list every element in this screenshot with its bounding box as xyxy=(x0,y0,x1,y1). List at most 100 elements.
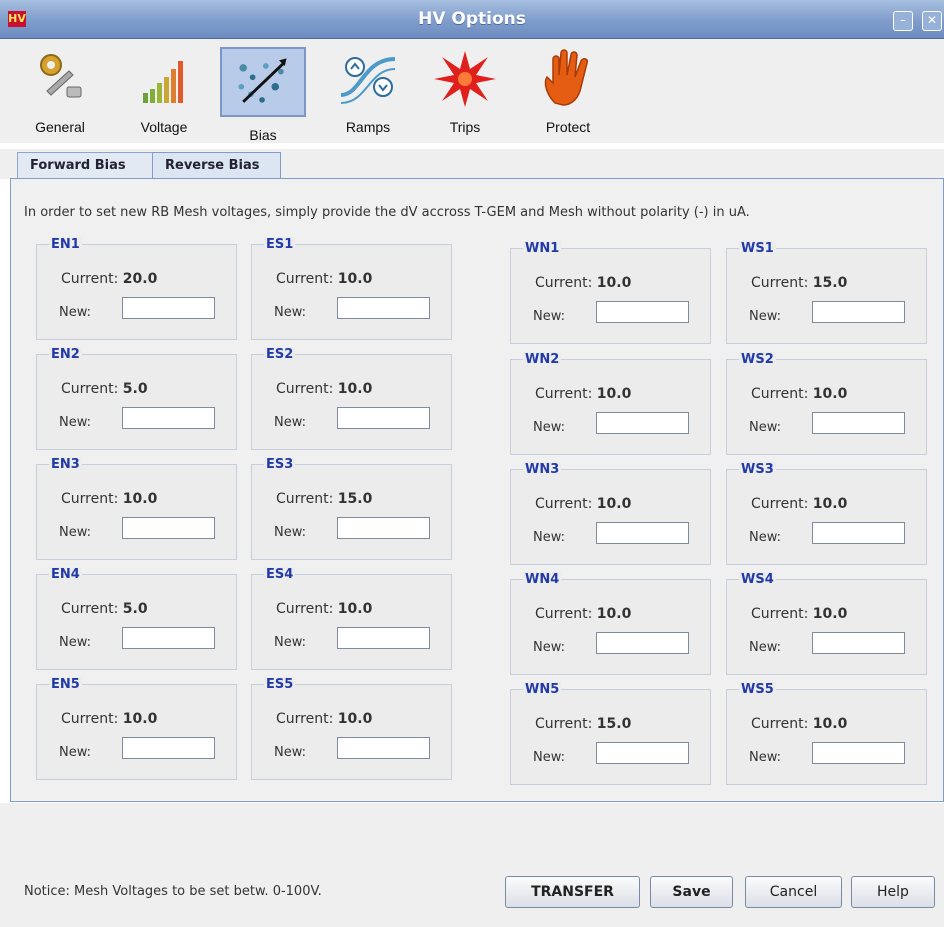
group-ws2: WS2 Current: 10.0 New: xyxy=(726,352,927,455)
button-bar xyxy=(0,803,944,927)
trip-burst-icon xyxy=(434,51,496,107)
group-es4: ES4 Current: 10.0 New: xyxy=(251,567,452,670)
notice-text: Notice: Mesh Voltages to be set betw. 0-… xyxy=(24,884,322,899)
toolbar-protect[interactable]: Protect xyxy=(528,47,608,137)
new-value-input[interactable] xyxy=(337,627,430,649)
current-label: Current: xyxy=(61,491,119,507)
current-label: Current: xyxy=(535,386,593,402)
instructions-text: In order to set new RB Mesh voltages, si… xyxy=(24,205,750,220)
current-label: Current: xyxy=(276,601,334,617)
group-title: ES1 xyxy=(264,237,296,252)
new-value-input[interactable] xyxy=(596,301,689,323)
current-number: 10.0 xyxy=(337,711,373,727)
current-label: Current: xyxy=(751,606,809,622)
toolbar-general[interactable]: General xyxy=(20,47,100,137)
toolbar-ramps-label: Ramps xyxy=(345,119,391,135)
current-number: 15.0 xyxy=(596,716,632,732)
current-value: Current: 15.0 xyxy=(751,275,847,291)
current-label: Current: xyxy=(61,601,119,617)
new-label: New: xyxy=(59,745,92,760)
new-value-input[interactable] xyxy=(122,517,215,539)
new-label: New: xyxy=(59,305,92,320)
minimize-button[interactable]: – xyxy=(893,11,913,31)
toolbar-general-label: General xyxy=(35,119,85,135)
group-wn3: WN3 Current: 10.0 New: xyxy=(510,462,711,565)
current-value: Current: 10.0 xyxy=(276,711,372,727)
new-value-input[interactable] xyxy=(812,301,905,323)
tab-forward-bias[interactable]: Forward Bias xyxy=(17,152,153,179)
new-value-input[interactable] xyxy=(812,742,905,764)
current-label: Current: xyxy=(276,271,334,287)
cancel-button[interactable]: Cancel xyxy=(745,876,842,908)
new-value-input[interactable] xyxy=(337,297,430,319)
current-label: Current: xyxy=(751,716,809,732)
group-wn4: WN4 Current: 10.0 New: xyxy=(510,572,711,675)
group-es3: ES3 Current: 15.0 New: xyxy=(251,457,452,560)
group-en5: EN5 Current: 10.0 New: xyxy=(36,677,237,780)
current-value: Current: 10.0 xyxy=(61,711,157,727)
group-title: EN1 xyxy=(49,237,82,252)
current-value: Current: 10.0 xyxy=(61,491,157,507)
current-value: Current: 5.0 xyxy=(61,601,148,617)
group-wn5: WN5 Current: 15.0 New: xyxy=(510,682,711,785)
current-label: Current: xyxy=(276,491,334,507)
toolbar-bias[interactable]: Bias xyxy=(218,47,308,143)
save-button[interactable]: Save xyxy=(650,876,733,908)
current-number: 10.0 xyxy=(337,381,373,397)
toolbar-trips-label: Trips xyxy=(449,119,481,135)
group-title: WS5 xyxy=(739,682,776,697)
current-label: Current: xyxy=(535,606,593,622)
toolbar-ramps[interactable]: Ramps xyxy=(328,47,408,137)
current-number: 10.0 xyxy=(812,716,848,732)
group-ws5: WS5 Current: 10.0 New: xyxy=(726,682,927,785)
group-title: WS1 xyxy=(739,241,776,256)
help-button[interactable]: Help xyxy=(851,876,935,908)
new-value-input[interactable] xyxy=(337,407,430,429)
new-value-input[interactable] xyxy=(596,522,689,544)
new-value-input[interactable] xyxy=(122,407,215,429)
group-en3: EN3 Current: 10.0 New: xyxy=(36,457,237,560)
transfer-button[interactable]: TRANSFER xyxy=(505,876,640,908)
ramps-arrows-icon xyxy=(340,57,396,104)
new-value-input[interactable] xyxy=(596,412,689,434)
close-button[interactable]: ✕ xyxy=(922,11,942,31)
new-value-input[interactable] xyxy=(122,297,215,319)
new-value-input[interactable] xyxy=(812,522,905,544)
new-value-input[interactable] xyxy=(122,737,215,759)
toolbar-voltage[interactable]: Voltage xyxy=(124,47,204,137)
new-value-input[interactable] xyxy=(122,627,215,649)
current-number: 5.0 xyxy=(122,601,148,617)
current-label: Current: xyxy=(751,275,809,291)
current-label: Current: xyxy=(751,386,809,402)
toolbar-trips[interactable]: Trips xyxy=(425,47,505,137)
new-label: New: xyxy=(274,635,307,650)
new-value-input[interactable] xyxy=(812,412,905,434)
new-label: New: xyxy=(533,309,566,324)
group-title: EN3 xyxy=(49,457,82,472)
new-value-input[interactable] xyxy=(812,632,905,654)
new-value-input[interactable] xyxy=(596,742,689,764)
bias-tabs: Forward Bias Reverse Bias xyxy=(0,149,944,179)
group-es1: ES1 Current: 10.0 New: xyxy=(251,237,452,340)
current-label: Current: xyxy=(276,711,334,727)
options-toolbar: General Voltage Bias Ramps Trips Protect xyxy=(0,39,944,143)
current-number: 10.0 xyxy=(812,386,848,402)
new-value-input[interactable] xyxy=(337,737,430,759)
current-label: Current: xyxy=(751,496,809,512)
group-title: EN5 xyxy=(49,677,82,692)
group-title: WS2 xyxy=(739,352,776,367)
tab-reverse-bias[interactable]: Reverse Bias xyxy=(152,152,281,179)
group-title: WN5 xyxy=(523,682,562,697)
group-wn2: WN2 Current: 10.0 New: xyxy=(510,352,711,455)
new-label: New: xyxy=(533,530,566,545)
current-number: 10.0 xyxy=(337,601,373,617)
current-value: Current: 20.0 xyxy=(61,271,157,287)
new-value-input[interactable] xyxy=(337,517,430,539)
group-en4: EN4 Current: 5.0 New: xyxy=(36,567,237,670)
group-ws4: WS4 Current: 10.0 New: xyxy=(726,572,927,675)
current-value: Current: 10.0 xyxy=(535,386,631,402)
new-value-input[interactable] xyxy=(596,632,689,654)
group-title: EN2 xyxy=(49,347,82,362)
group-title: WN2 xyxy=(523,352,562,367)
current-number: 10.0 xyxy=(337,271,373,287)
